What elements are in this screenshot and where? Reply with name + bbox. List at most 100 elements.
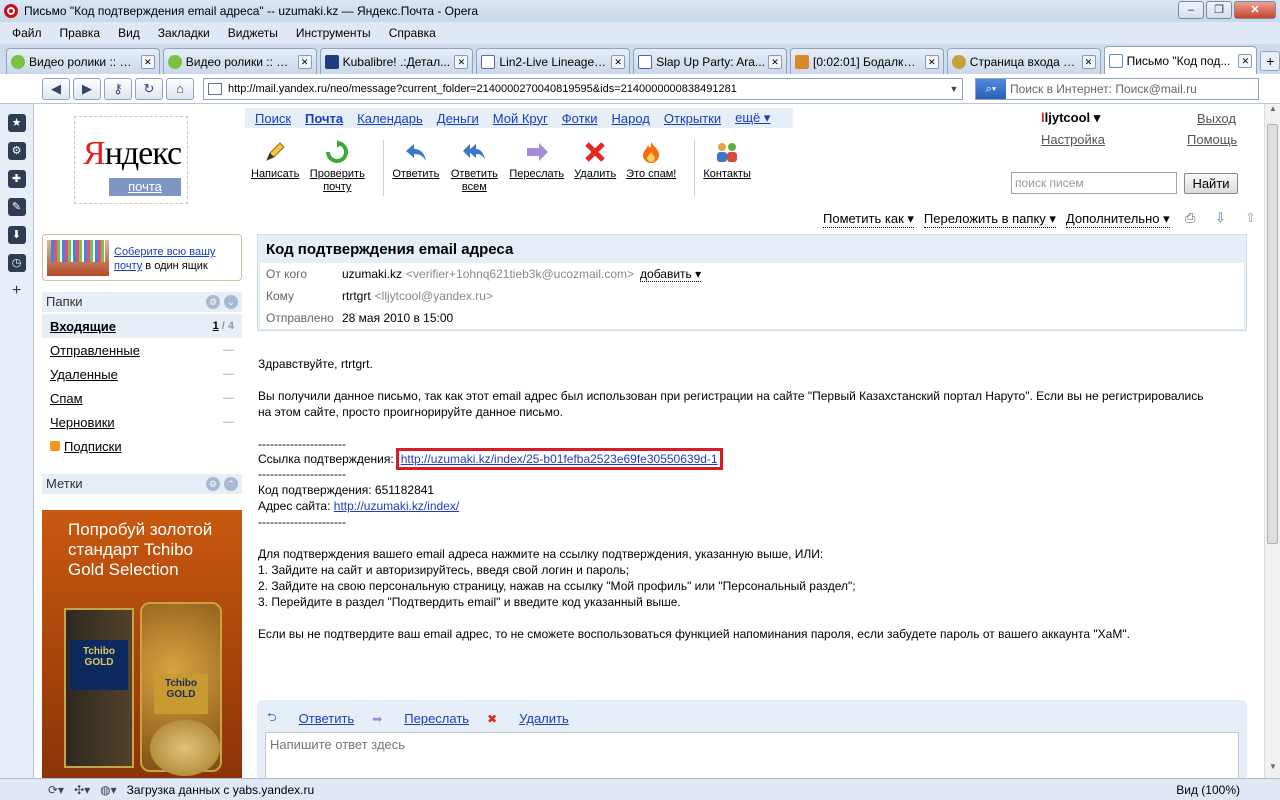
- browser-tab[interactable]: Видео ролики :: П... ✕: [6, 48, 160, 74]
- tab-close-icon[interactable]: ✕: [1238, 53, 1253, 68]
- reply-textarea[interactable]: [265, 732, 1239, 778]
- scroll-down-icon[interactable]: ▼: [1265, 762, 1280, 778]
- menu-bookmarks[interactable]: Закладки: [158, 26, 210, 40]
- tchibo-ad-banner[interactable]: Попробуй золотой стандарт Tchibo Gold Se…: [42, 510, 242, 778]
- scroll-thumb[interactable]: [1267, 124, 1278, 544]
- delete-button[interactable]: Удалить: [574, 140, 616, 200]
- menu-help[interactable]: Справка: [389, 26, 436, 40]
- mark-as-dropdown[interactable]: Пометить как ▾: [823, 211, 914, 228]
- contacts-button[interactable]: Контакты: [703, 140, 751, 200]
- key-icon[interactable]: ⚷: [104, 77, 132, 100]
- maximize-button[interactable]: ❐: [1206, 1, 1232, 19]
- vertical-scrollbar[interactable]: ▲ ▼: [1264, 104, 1280, 778]
- nav-mail[interactable]: Почта: [305, 111, 343, 126]
- nav-postcards[interactable]: Открытки: [664, 111, 721, 126]
- tab-close-icon[interactable]: ✕: [924, 54, 939, 69]
- yandex-mail-logo[interactable]: Яндекс почта: [74, 116, 188, 204]
- move-to-folder-dropdown[interactable]: Переложить в папку ▾: [923, 211, 1056, 228]
- browser-tab[interactable]: Страница входа - ... ✕: [946, 48, 1101, 74]
- reply-all-button[interactable]: Ответить всем: [449, 140, 499, 200]
- browser-tab[interactable]: Kubalibre! .:Детал... ✕: [319, 48, 474, 74]
- check-mail-button[interactable]: Проверить почту: [309, 140, 365, 200]
- zoom-control[interactable]: Вид (100%): [1176, 783, 1240, 797]
- tab-close-icon[interactable]: ✕: [1081, 54, 1096, 69]
- collapse-icon[interactable]: ⌄: [224, 295, 238, 309]
- arrow-down-icon[interactable]: ⇩: [1215, 210, 1233, 226]
- add-panel-icon[interactable]: +: [8, 282, 26, 300]
- folder-spam[interactable]: Спам —: [42, 386, 242, 410]
- turbo-icon[interactable]: ◍▾: [100, 783, 117, 797]
- history-panel-icon[interactable]: ◷: [7, 254, 26, 272]
- site-link[interactable]: http://uzumaki.kz/index/: [334, 499, 459, 513]
- more-actions-dropdown[interactable]: Дополнительно ▾: [1065, 211, 1170, 228]
- home-button[interactable]: ⌂: [166, 77, 194, 100]
- chevron-down-icon[interactable]: ▼: [946, 84, 962, 94]
- tab-close-icon[interactable]: ✕: [140, 54, 155, 69]
- minimize-button[interactable]: –: [1178, 1, 1204, 19]
- folder-settings-icon[interactable]: ⚙: [206, 295, 220, 309]
- tab-close-icon[interactable]: ✕: [454, 54, 469, 69]
- quick-reply-button[interactable]: ⮌ Ответить: [267, 708, 354, 729]
- confirmation-link[interactable]: http://uzumaki.kz/index/25-b01fefba2523e…: [401, 452, 718, 466]
- menu-tools[interactable]: Инструменты: [296, 26, 371, 40]
- search-icon[interactable]: ⌕▾: [976, 78, 1006, 99]
- nav-money[interactable]: Деньги: [437, 111, 479, 126]
- browser-tab[interactable]: Видео ролики :: П... ✕: [162, 48, 317, 74]
- unite-icon[interactable]: ✣▾: [74, 783, 90, 797]
- compose-button[interactable]: Написать: [251, 140, 299, 200]
- nav-search[interactable]: Поиск: [255, 111, 291, 126]
- menu-edit[interactable]: Правка: [60, 26, 101, 40]
- widgets-panel-icon[interactable]: ⚙: [7, 142, 26, 160]
- quick-delete-button[interactable]: ✖ Удалить: [487, 708, 569, 729]
- forward-mail-button[interactable]: Переслать: [509, 140, 564, 200]
- close-button[interactable]: ✕: [1234, 1, 1276, 19]
- reply-button[interactable]: Ответить: [392, 140, 439, 200]
- url-field[interactable]: http://mail.yandex.ru/neo/message?curren…: [203, 77, 963, 100]
- arrow-up-icon[interactable]: ⇧: [1245, 210, 1263, 226]
- mail-search-input[interactable]: поиск писем: [1011, 172, 1177, 194]
- folder-drafts[interactable]: Черновики —: [42, 410, 242, 434]
- logout-link[interactable]: Выход: [1197, 111, 1236, 126]
- nav-calendar[interactable]: Календарь: [357, 111, 423, 126]
- help-link[interactable]: Помощь: [1187, 132, 1237, 147]
- tab-close-icon[interactable]: ✕: [611, 54, 626, 69]
- unite-panel-icon[interactable]: ✚: [7, 170, 26, 188]
- folder-inbox[interactable]: Входящие 1 / 4: [42, 314, 242, 338]
- browser-tab[interactable]: [0:02:01] Бодалка. ... ✕: [789, 48, 944, 74]
- nav-narod[interactable]: Народ: [611, 111, 649, 126]
- sync-icon[interactable]: ⟳▾: [48, 783, 64, 797]
- back-button[interactable]: ◀: [42, 77, 70, 100]
- bookmarks-panel-icon[interactable]: ★: [7, 114, 26, 132]
- spam-button[interactable]: Это спам!: [626, 140, 676, 200]
- nav-more[interactable]: ещё ▾: [735, 110, 770, 126]
- forward-button[interactable]: ▶: [73, 77, 101, 100]
- tab-close-icon[interactable]: ✕: [767, 54, 782, 69]
- print-icon[interactable]: ⎙: [1185, 210, 1203, 226]
- folder-subscriptions[interactable]: Подписки: [42, 434, 242, 458]
- username-menu[interactable]: llјytcool ▾: [1041, 110, 1100, 126]
- tab-favicon-icon: [324, 54, 339, 69]
- tab-close-icon[interactable]: ✕: [297, 54, 312, 69]
- collapse-icon[interactable]: ⌃: [224, 477, 238, 491]
- nav-moikrug[interactable]: Мой Круг: [493, 111, 548, 126]
- nav-photos[interactable]: Фотки: [562, 111, 598, 126]
- add-contact-dropdown[interactable]: добавить ▾: [640, 267, 702, 282]
- new-tab-button[interactable]: +: [1260, 51, 1280, 71]
- notes-panel-icon[interactable]: ✎: [7, 198, 26, 216]
- browser-tab-active[interactable]: Письмо "Код под... ✕: [1103, 46, 1258, 74]
- labels-settings-icon[interactable]: ⚙: [206, 477, 220, 491]
- folder-deleted[interactable]: Удаленные —: [42, 362, 242, 386]
- web-search-input[interactable]: ⌕▾ Поиск в Интернет: Поиск@mail.ru: [975, 77, 1259, 100]
- browser-tab[interactable]: Slap Up Party: Ara... ✕: [633, 48, 787, 74]
- downloads-panel-icon[interactable]: ⬇: [7, 226, 26, 244]
- quick-forward-button[interactable]: ➡ Переслать: [372, 708, 469, 729]
- settings-link[interactable]: Настройка: [1041, 132, 1105, 147]
- browser-tab[interactable]: Lin2-Live Lineage2... ✕: [476, 48, 631, 74]
- menu-widgets[interactable]: Виджеты: [228, 26, 278, 40]
- mail-search-button[interactable]: Найти: [1184, 173, 1238, 194]
- menu-view[interactable]: Вид: [118, 26, 140, 40]
- folder-sent[interactable]: Отправленные —: [42, 338, 242, 362]
- reload-button[interactable]: ↻: [135, 77, 163, 100]
- scroll-up-icon[interactable]: ▲: [1265, 104, 1280, 120]
- menu-file[interactable]: Файл: [12, 26, 42, 40]
